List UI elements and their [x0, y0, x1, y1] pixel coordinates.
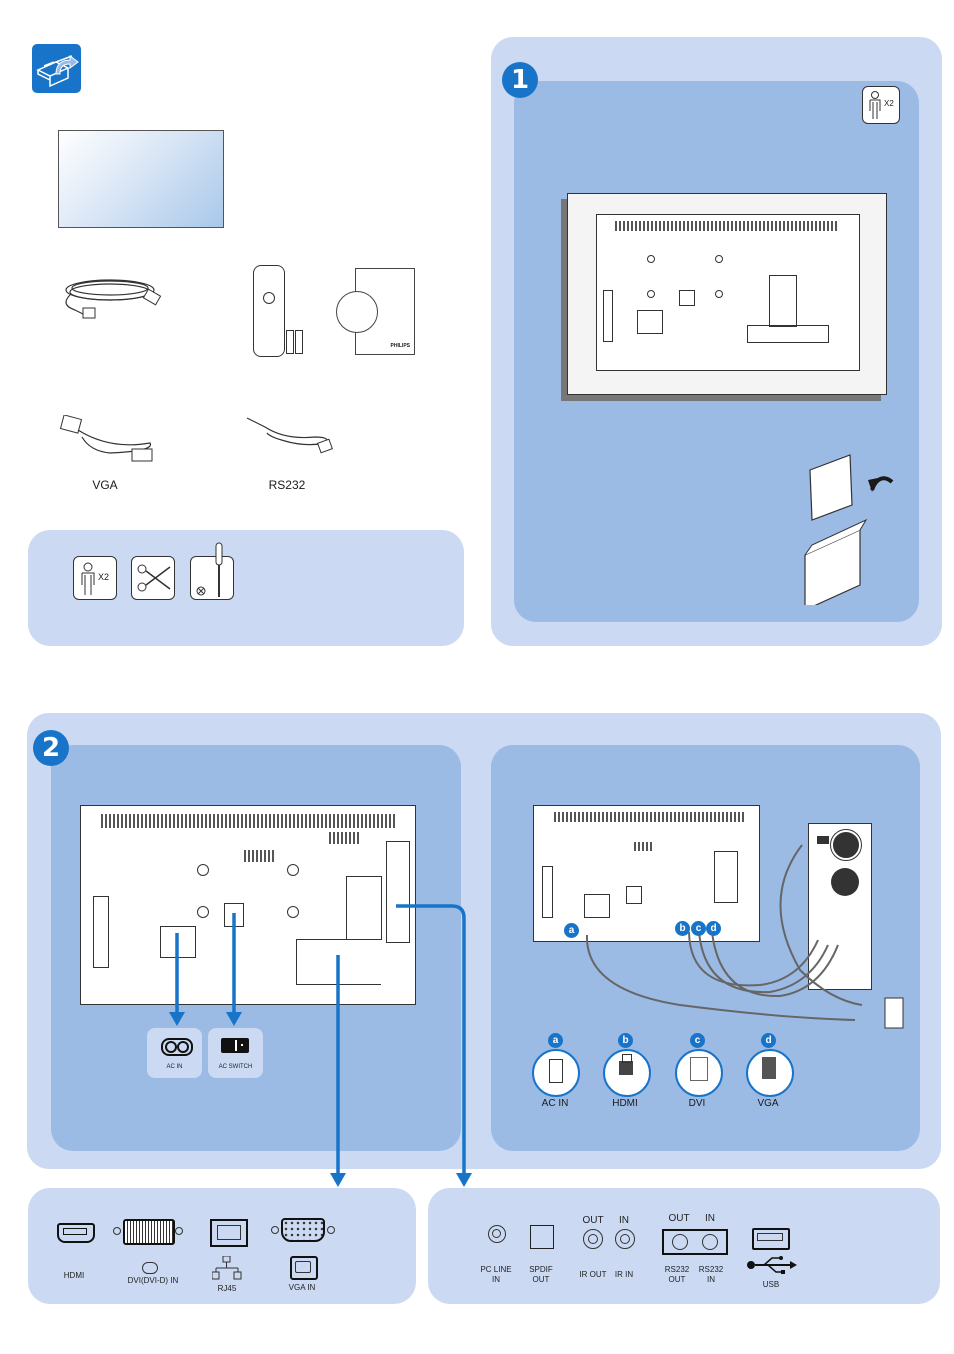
connector-label: DVI	[688, 1098, 706, 1109]
rs232-ports-icon	[662, 1229, 728, 1255]
rj45-port-label: RJ45	[217, 1284, 237, 1293]
letter-d: d	[706, 921, 721, 936]
ir-out-jack-icon	[583, 1229, 603, 1249]
hdmi-plug-icon	[603, 1049, 651, 1097]
vga-plug-icon	[746, 1049, 794, 1097]
connector-label: VGA	[757, 1098, 779, 1109]
ir-out-label: IR OUT	[579, 1270, 607, 1279]
ir-in-jack-icon	[615, 1229, 635, 1249]
letter-a: a	[564, 923, 579, 938]
spdif-out-label: SPDIF OUT	[529, 1265, 553, 1284]
pc-line-in-jack-icon	[488, 1225, 506, 1243]
connector-letter: c	[690, 1033, 705, 1048]
connector-label: AC IN	[541, 1098, 569, 1109]
hdmi-port-icon	[57, 1223, 95, 1243]
dvi-plug-icon	[675, 1049, 723, 1097]
pc-line-in-label: PC LINE IN	[480, 1265, 512, 1284]
rs232-in-top-label: IN	[705, 1213, 715, 1224]
ir-out-top-label: OUT	[582, 1215, 604, 1226]
cables	[585, 844, 904, 1029]
network-icon	[211, 1255, 242, 1280]
ac-plug-icon	[532, 1049, 580, 1097]
usb-port-icon	[752, 1228, 790, 1250]
dvi-port-label: DVI(DVI-D) IN	[127, 1276, 179, 1285]
usb-symbol-icon	[746, 1255, 798, 1275]
letter-c: c	[691, 921, 706, 936]
connector-letter: b	[618, 1033, 633, 1048]
letter-b: b	[675, 921, 690, 936]
vga-port-label: VGA IN	[288, 1283, 316, 1292]
rj45-port-icon	[210, 1219, 248, 1247]
dvi-signal-icon	[142, 1262, 158, 1274]
vga-port-icon	[271, 1218, 335, 1242]
connector-label: HDMI	[612, 1098, 638, 1109]
connector-letter: a	[548, 1033, 563, 1048]
spdif-out-port-icon	[530, 1225, 554, 1249]
ir-in-label: IR IN	[614, 1270, 634, 1279]
rs232-out-label: RS232 OUT	[664, 1265, 690, 1284]
hdmi-port-label: HDMI	[63, 1271, 85, 1280]
dvi-port-icon	[113, 1219, 183, 1245]
ir-in-top-label: IN	[619, 1215, 629, 1226]
rs232-out-top-label: OUT	[668, 1213, 690, 1224]
vga-monitor-icon	[290, 1256, 318, 1280]
usb-label: USB	[762, 1280, 780, 1289]
connector-letter: d	[761, 1033, 776, 1048]
rs232-in-label: RS232 IN	[698, 1265, 724, 1284]
